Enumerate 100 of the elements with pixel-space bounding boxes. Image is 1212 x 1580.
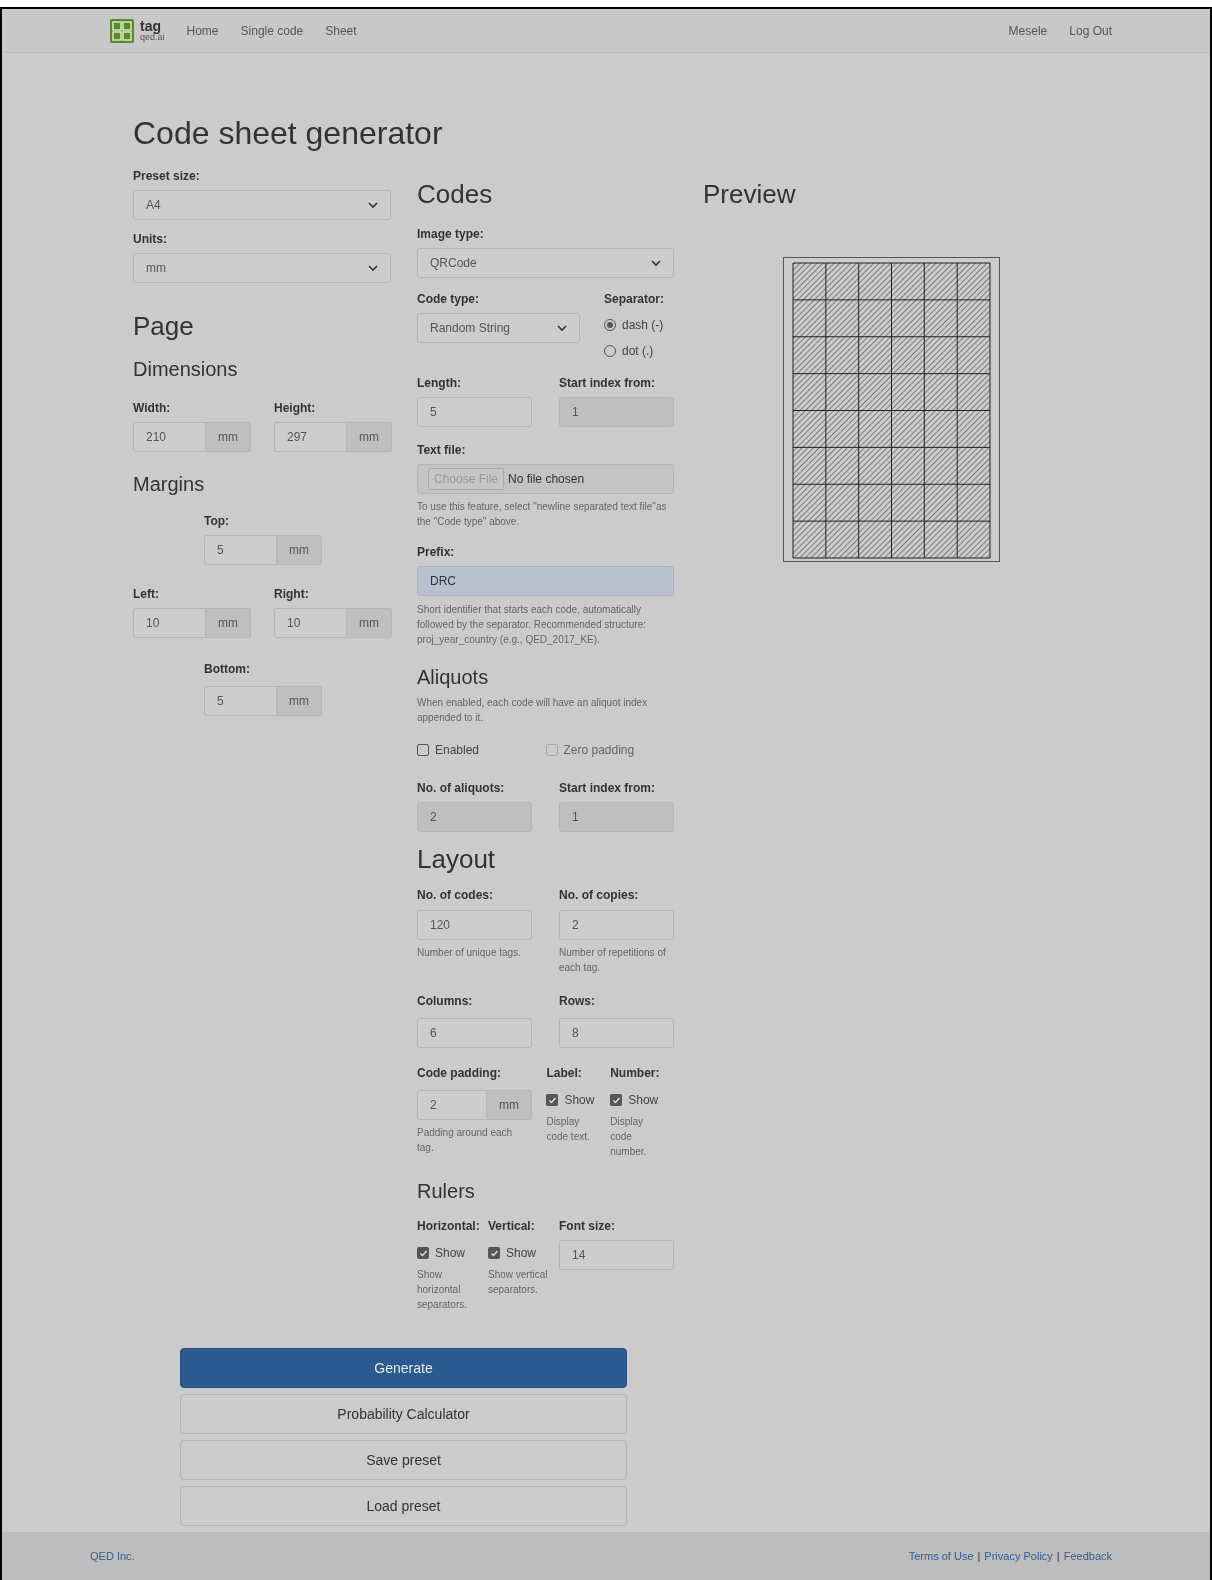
subsection-heading: Rulers: [417, 1181, 476, 1201]
help-text: Short identifier that starts each code, automatically followed by the separator. Recommended structure: proj_year_country (e.g., QED_2017_KE).: [417, 603, 647, 647]
page-title: Code sheet generator: [133, 117, 444, 149]
chevron-down-icon: [651, 259, 661, 267]
field-label: Right:: [274, 586, 310, 603]
file-status: No file chosen: [508, 471, 585, 488]
link-separator: |: [1056, 1548, 1060, 1564]
field-label: Vertical:: [488, 1218, 536, 1235]
unit-addon: mm: [277, 686, 322, 716]
help-text: Number of repetitions of each tag.: [559, 946, 667, 975]
select-field[interactable]: mm: [133, 253, 391, 283]
field-label: Image type:: [417, 226, 485, 243]
chevron-down-icon: [368, 201, 378, 209]
field-label: Prefix:: [417, 544, 456, 561]
checkbox-label: Show: [506, 1245, 537, 1262]
chevron-down-icon: [557, 324, 567, 332]
help-text: Show vertical separators.: [488, 1268, 548, 1297]
checked-checkbox[interactable]: [546, 1094, 559, 1106]
checked-checkbox[interactable]: [417, 1247, 429, 1259]
input-field[interactable]: 5: [417, 397, 532, 427]
checkbox[interactable]: [417, 744, 429, 756]
nav-link[interactable]: Sheet: [325, 21, 357, 40]
unit-addon: mm: [206, 608, 251, 638]
input-field[interactable]: 8: [559, 1018, 674, 1048]
section-heading: Layout: [417, 846, 497, 872]
input-field[interactable]: 120: [417, 910, 532, 940]
input-field[interactable]: 5: [204, 686, 277, 716]
input-field[interactable]: DRC: [417, 566, 674, 596]
field-label: Number:: [610, 1065, 661, 1082]
field-label: No. of aliquots:: [417, 780, 506, 797]
nav-link[interactable]: Log Out: [1069, 21, 1112, 40]
field-label: Width:: [133, 400, 172, 417]
field-label: Start index from:: [559, 375, 656, 392]
field-label: Units:: [133, 231, 168, 248]
help-text: Number of unique tags.: [417, 946, 522, 960]
field-label: No. of copies:: [559, 887, 640, 904]
logo-domain: qed.ai: [140, 33, 165, 42]
checked-checkbox[interactable]: [488, 1247, 500, 1259]
nav-link[interactable]: Single code: [240, 21, 304, 40]
logo-name: tag: [140, 19, 161, 33]
help-text: Display code number.: [610, 1115, 648, 1159]
link-separator: |: [977, 1548, 981, 1564]
select-field[interactable]: QRCode: [417, 248, 674, 278]
action-button[interactable]: Probability Calculator: [180, 1394, 627, 1434]
field-label: Horizontal:: [417, 1218, 481, 1235]
help-text: To use this feature, select "newline separated text file"as the "Code type" above.: [417, 500, 668, 529]
logo-icon: [110, 18, 134, 43]
chevron-down-icon: [368, 264, 378, 272]
nav-link[interactable]: Home: [186, 21, 219, 40]
action-button[interactable]: Load preset: [180, 1486, 627, 1526]
input-field[interactable]: 297: [274, 422, 347, 452]
field-label: Text file:: [417, 442, 467, 459]
input-field[interactable]: 2: [417, 1090, 487, 1120]
field-label: No. of codes:: [417, 887, 494, 904]
radio-label: dash (-): [622, 317, 664, 334]
subsection-heading: Margins: [133, 474, 206, 494]
select-field[interactable]: A4: [133, 190, 391, 220]
field-label: Label:: [546, 1065, 583, 1082]
help-text: When enabled, each code will have an aliquot index appended to it.: [417, 696, 649, 725]
input-field[interactable]: 6: [417, 1018, 532, 1048]
footer-link[interactable]: Privacy Policy: [984, 1547, 1053, 1565]
radio-label: dot (.): [622, 343, 654, 360]
field-label: Font size:: [559, 1218, 616, 1235]
company-name: QED Inc.: [90, 1548, 135, 1564]
generate-button[interactable]: Generate: [180, 1348, 627, 1388]
footer-link[interactable]: Terms of Use: [908, 1547, 974, 1565]
checkbox-label: Show: [435, 1245, 466, 1262]
field-label: Start index from:: [559, 780, 656, 797]
section-heading: Preview: [703, 181, 797, 207]
input-field[interactable]: 14: [559, 1240, 674, 1270]
input-field[interactable]: 210: [133, 422, 206, 452]
unit-addon: mm: [277, 535, 322, 565]
field-label: Rows:: [559, 993, 596, 1010]
nav-link[interactable]: Mesele: [1008, 21, 1048, 40]
field-label: Bottom:: [204, 661, 251, 678]
field-label: Left:: [133, 586, 160, 603]
checked-checkbox[interactable]: [610, 1094, 623, 1106]
input-field[interactable]: 5: [204, 535, 277, 565]
unit-addon: mm: [347, 422, 392, 452]
help-text: Show horizontal separators.: [417, 1268, 469, 1312]
unit-addon: mm: [206, 422, 251, 452]
action-button[interactable]: Save preset: [180, 1440, 627, 1480]
input-field[interactable]: 10: [274, 608, 347, 638]
select-field[interactable]: Random String: [417, 313, 580, 343]
section-heading: Page: [133, 313, 195, 339]
field-label: Top:: [204, 513, 231, 530]
input-field[interactable]: 2: [559, 910, 674, 940]
checkbox-label: Show: [564, 1092, 595, 1109]
checkbox-label: Show: [628, 1092, 659, 1109]
field-label: Separator:: [604, 291, 666, 308]
footer-link[interactable]: Feedback: [1063, 1547, 1112, 1565]
input-field[interactable]: 10: [133, 608, 206, 638]
subsection-heading: Aliquots: [417, 667, 490, 687]
help-text: Padding around each tag.: [417, 1126, 514, 1155]
field-label: Height:: [274, 400, 317, 417]
section-heading: Codes: [417, 181, 494, 207]
checkbox-label: Enabled: [435, 742, 480, 759]
help-text: Display code text.: [546, 1115, 591, 1144]
field-label: Code type:: [417, 291, 480, 308]
unit-addon: mm: [347, 608, 392, 638]
